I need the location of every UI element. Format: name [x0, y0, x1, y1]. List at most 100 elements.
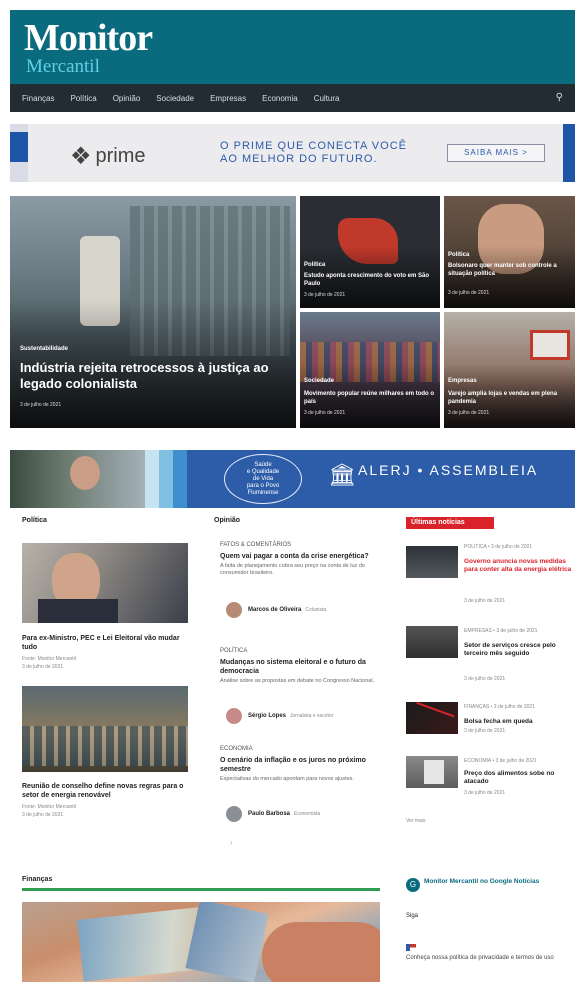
live-item-3-date: 3 de julho de 2021 — [464, 728, 506, 734]
featured-1-date: 3 de julho de 2021 — [304, 292, 346, 298]
live-item-4-date: 3 de julho de 2021 — [464, 790, 506, 796]
logo-line-2[interactable]: Mercantil — [26, 56, 100, 78]
live-item-1-meta: POLÍTICA • 3 de julho de 2021 — [464, 544, 533, 550]
main-nav: Finanças Política Opinião Sociedade Empr… — [10, 84, 575, 112]
live-item-2-meta: EMPRESAS • 3 de julho de 2021 — [464, 628, 538, 634]
live-item-1-thumb[interactable] — [406, 546, 458, 578]
live-item-1-date: 3 de julho de 2021 — [464, 598, 506, 604]
section-header-opiniao[interactable]: Opinião — [214, 517, 240, 524]
ad-banner-mid[interactable]: Saúde e Qualidade de Vida para o Povo Fl… — [10, 450, 575, 508]
live-item-4-thumb[interactable] — [406, 756, 458, 788]
featured-4[interactable]: Empresas Varejo amplia lojas e vendas em… — [444, 312, 575, 428]
financas-image-banknote-2 — [185, 902, 269, 982]
ad-mid-circle-line-4: para o Povo — [246, 483, 280, 489]
ad-banner-top[interactable]: ❖ prime O PRIME QUE CONECTA VOCÊ AO MELHOR… — [10, 124, 575, 182]
ad-brand: ❖ prime — [70, 142, 146, 171]
left-card-1-image[interactable] — [22, 543, 188, 623]
opinion-item-3-title[interactable]: O cenário da inflação e os juros no próx… — [220, 756, 380, 774]
site-header: Monitor Mercantil — [10, 10, 575, 84]
opinion-item-2-author-role: Jornalista e escritor — [290, 713, 334, 719]
live-item-1-title[interactable]: Governo anuncia novas medidas para conte… — [464, 558, 572, 574]
section-header-politica[interactable]: Política — [22, 517, 47, 524]
opinion-item-3-author-name[interactable]: Paulo Barbosa — [248, 811, 290, 817]
featured-1[interactable]: Política Estudo aponta crescimento do vo… — [300, 196, 440, 308]
live-item-2-thumb[interactable] — [406, 626, 458, 658]
live-item-4-meta: ECONOMIA • 3 de julho de 2021 — [464, 758, 537, 764]
featured-2-category: Política — [448, 252, 470, 258]
featured-4-category: Empresas — [448, 378, 477, 384]
featured-main[interactable]: Sustentabilidade Indústria rejeita retro… — [10, 196, 296, 428]
opinion-item-2-summary: Análise sobre as propostas em debate no … — [220, 678, 375, 684]
opinion-item-1-author-name[interactable]: Marcos de Oliveira — [248, 607, 301, 613]
left-card-1-title[interactable]: Para ex-Ministro, PEC e Lei Eleitoral vã… — [22, 634, 188, 652]
google-news-icon[interactable]: G — [406, 878, 420, 892]
follow-label: Siga — [406, 913, 419, 919]
left-card-2-image[interactable] — [22, 686, 188, 772]
nav-item-economia[interactable]: Economia — [262, 94, 298, 103]
featured-main-title[interactable]: Indústria rejeita retrocessos à justiça … — [20, 360, 282, 392]
nav-item-sociedade[interactable]: Sociedade — [156, 94, 194, 103]
featured-4-title[interactable]: Varejo amplia lojas e vendas em plena pa… — [448, 390, 571, 406]
left-card-2-date: 3 de julho de 2021 — [22, 812, 64, 818]
left-card-1-date: 3 de julho de 2021 — [22, 664, 64, 670]
ad-mid-circle-line-5: Fluminense — [247, 490, 279, 496]
opinion-item-2-category: POLÍTICA — [220, 648, 248, 654]
opinion-item-2[interactable]: POLÍTICA Mudanças no sistema eleitoral e… — [220, 648, 380, 685]
left-card-1-suit — [38, 599, 118, 623]
featured-2-title[interactable]: Bolsonaro quer manter sob controle a sit… — [448, 262, 571, 278]
google-news-link[interactable]: Monitor Mercantil no Google Notícias — [424, 878, 574, 886]
featured-2[interactable]: Política Bolsonaro quer manter sob contr… — [444, 196, 575, 308]
featured-3-date: 3 de julho de 2021 — [304, 410, 346, 416]
opinion-item-3-author[interactable]: Paulo Barbosa Economista — [226, 806, 320, 822]
live-item-3-title[interactable]: Bolsa fecha em queda — [464, 718, 572, 726]
nav-item-financas[interactable]: Finanças — [22, 94, 54, 103]
opinion-item-1-summary: A falta de planejamento cobra seu preço … — [220, 563, 365, 576]
ad-cta-button[interactable]: SAIBA MAIS > — [447, 144, 545, 162]
featured-3-category: Sociedade — [304, 378, 335, 384]
live-item-4-title[interactable]: Preço dos alimentos sobe no atacado — [464, 770, 572, 786]
ad-mid-circle: Saúde e Qualidade de Vida para o Povo Fl… — [224, 454, 302, 504]
ad-mid-org: ALERJ • ASSEMBLEIA — [358, 462, 539, 478]
featured-1-category: Política — [304, 262, 326, 268]
featured-3[interactable]: Sociedade Movimento popular reúne milhar… — [300, 312, 440, 428]
left-card-2-source: Fonte: Monitor Mercantil — [22, 804, 76, 810]
featured-1-title[interactable]: Estudo aponta crescimento do voto em São… — [304, 272, 436, 288]
opinion-item-1[interactable]: FATOS & COMENTÁRIOS Quem vai pagar a con… — [220, 542, 380, 577]
left-card-2-title[interactable]: Reunião de conselho define novas regras … — [22, 782, 188, 800]
live-item-3-thumb[interactable] — [406, 701, 458, 737]
nav-item-opiniao[interactable]: Opinião — [113, 94, 141, 103]
section-header-financas[interactable]: Finanças — [22, 876, 52, 883]
opinion-item-2-author[interactable]: Sérgio Lopes Jornalista e escritor — [226, 708, 333, 724]
avatar — [226, 602, 242, 618]
opinion-item-2-author-name[interactable]: Sérgio Lopes — [248, 713, 286, 719]
section-header-live[interactable]: Últimas notícias — [406, 517, 494, 529]
logo-line-1[interactable]: Monitor — [24, 16, 153, 60]
left-card-1-source: Fonte: Monitor Mercantil — [22, 656, 76, 662]
opinion-item-2-title[interactable]: Mudanças no sistema eleitoral e o futuro… — [220, 658, 380, 676]
opinion-item-1-title[interactable]: Quem vai pagar a conta da crise energéti… — [220, 552, 380, 561]
opinion-item-3-author-role: Economista — [294, 811, 321, 817]
live-item-2-title[interactable]: Setor de serviços cresce pelo terceiro m… — [464, 642, 572, 658]
featured-main-date: 3 de julho de 2021 — [20, 402, 62, 408]
featured-4-sign — [530, 330, 570, 360]
live-item-3-meta: FINANÇAS • 3 de julho de 2021 — [464, 704, 535, 710]
ad-brand-name: prime — [95, 144, 146, 167]
left-card-2-rows — [22, 726, 188, 766]
opinion-item-3-category: ECONOMIA — [220, 746, 253, 752]
opinion-item-3[interactable]: ECONOMIA O cenário da inflação e os juro… — [220, 746, 380, 783]
live-see-more-link[interactable]: Ver mais — [406, 818, 425, 825]
ad-decor-right — [563, 124, 575, 182]
avatar — [226, 708, 242, 724]
featured-2-date: 3 de julho de 2021 — [448, 290, 490, 296]
privacy-note[interactable]: Conheça nossa política de privacidade e … — [406, 954, 566, 962]
nav-item-politica[interactable]: Política — [70, 94, 96, 103]
ad-mid-circle-line-1: Saúde — [254, 462, 272, 468]
search-icon[interactable]: ⚲ — [556, 92, 563, 103]
opinion-item-1-author[interactable]: Marcos de Oliveira Colunista — [226, 602, 326, 618]
nav-item-empresas[interactable]: Empresas — [210, 94, 246, 103]
financas-image-hand — [262, 922, 380, 982]
financas-lead-image[interactable] — [22, 902, 380, 982]
featured-3-title[interactable]: Movimento popular reúne milhares em todo… — [304, 390, 436, 406]
pagination-arrow-icon[interactable]: › — [230, 838, 233, 847]
nav-item-cultura[interactable]: Cultura — [314, 94, 340, 103]
